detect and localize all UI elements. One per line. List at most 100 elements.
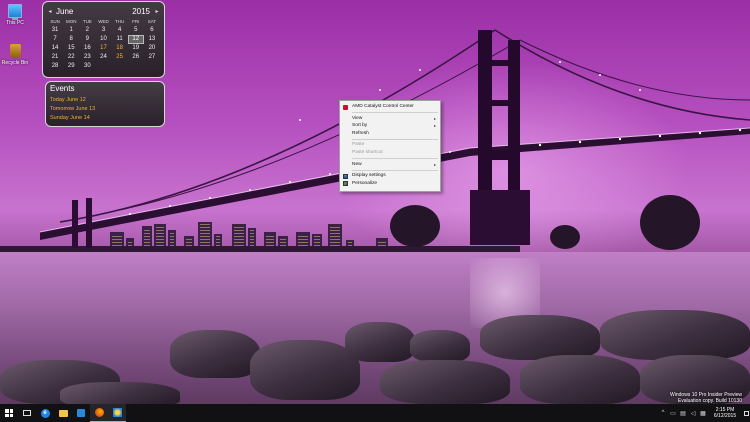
calendar-day[interactable] — [112, 62, 128, 71]
tree — [390, 205, 440, 247]
calendar-day[interactable]: 25 — [112, 53, 128, 62]
submenu-arrow-icon: ▸ — [433, 161, 436, 167]
calendar-day[interactable] — [128, 62, 144, 71]
start-button[interactable] — [0, 404, 18, 422]
calendar-header: ◂ June 2015 ▸ — [47, 4, 160, 18]
calendar-day[interactable]: 1 — [63, 26, 79, 35]
calendar-day[interactable]: 19 — [128, 44, 144, 53]
action-center-button[interactable] — [742, 404, 750, 422]
weekday-label: THU — [115, 19, 125, 24]
menu-item-paste-shortcut[interactable]: Paste shortcut — [340, 149, 440, 157]
events-title: Events — [50, 84, 75, 93]
chevron-up-icon[interactable]: ^ — [658, 404, 668, 422]
folder-icon — [58, 409, 68, 417]
calendar-day[interactable]: 14 — [47, 44, 63, 53]
amd-icon — [343, 104, 348, 110]
calendar-month: June — [56, 6, 74, 16]
menu-item-label: New — [352, 161, 362, 167]
calendar-day[interactable]: 7 — [47, 35, 63, 44]
task-view-icon — [23, 410, 31, 416]
taskbar-store-button[interactable] — [72, 404, 90, 422]
calendar-day[interactable]: 20 — [144, 44, 160, 53]
recycle-bin-icon — [9, 44, 21, 58]
desktop-icon-label: This PC — [6, 20, 24, 26]
task-view-button[interactable] — [18, 404, 36, 422]
menu-item-view[interactable]: View ▸ — [340, 115, 440, 123]
event-item[interactable]: Sunday June 14 — [50, 114, 160, 123]
event-item[interactable]: Today June 12 — [50, 96, 160, 105]
calendar-day[interactable]: 21 — [47, 53, 63, 62]
this-pc-icon — [8, 4, 22, 20]
taskbar-gadgets-button[interactable] — [108, 404, 126, 422]
calendar-day[interactable]: 15 — [63, 44, 79, 53]
calendar-day[interactable]: 22 — [63, 53, 79, 62]
calendar-day[interactable]: 5 — [128, 26, 144, 35]
calendar-day[interactable]: 6 — [144, 26, 160, 35]
network-icon[interactable]: ▤ — [678, 404, 688, 422]
calendar-day[interactable] — [95, 62, 111, 71]
windows-start-icon — [5, 409, 13, 417]
calendar-day[interactable]: 8 — [63, 35, 79, 44]
weekday-label: SUN — [50, 19, 60, 24]
calendar-day[interactable]: 26 — [128, 53, 144, 62]
desktop-icon-label: Recycle Bin — [1, 60, 29, 66]
menu-item-refresh[interactable]: Refresh — [340, 130, 440, 138]
windows-watermark: Windows 10 Pro Insider Preview Evaluatio… — [670, 392, 742, 404]
calendar-day[interactable]: 27 — [144, 53, 160, 62]
menu-separator — [352, 169, 438, 171]
gadgets-icon — [112, 408, 122, 417]
calendar-day[interactable]: 18 — [112, 44, 128, 53]
volume-icon[interactable]: ◁ — [688, 404, 698, 422]
tree — [550, 225, 580, 249]
weekday-label: TUE — [82, 19, 92, 24]
calendar-day[interactable]: 9 — [79, 35, 95, 44]
desktop-icon-recycle-bin[interactable]: Recycle Bin — [0, 44, 30, 66]
desktop-icon-this-pc[interactable]: This PC — [0, 4, 30, 26]
calendar-gadget[interactable]: ◂ June 2015 ▸ SUN MON TUE WED THU FRI SA… — [42, 1, 165, 78]
calendar-day[interactable]: 4 — [112, 26, 128, 35]
event-item[interactable]: Tomorrow June 13 — [50, 105, 160, 114]
personalize-icon — [343, 181, 348, 187]
calendar-day[interactable]: 10 — [95, 35, 111, 44]
taskbar-edge-button[interactable]: e — [36, 404, 54, 422]
calendar-day[interactable]: 13 — [144, 35, 160, 44]
menu-item-sort-by[interactable]: Sort by ▸ — [340, 122, 440, 130]
next-month-icon[interactable]: ▸ — [154, 8, 160, 15]
calendar-day[interactable]: 24 — [95, 53, 111, 62]
weekday-label: MON — [65, 19, 77, 24]
calendar-day[interactable]: 31 — [47, 26, 63, 35]
calendar-day[interactable]: 23 — [79, 53, 95, 62]
calendar-day[interactable]: 28 — [47, 62, 63, 71]
clock[interactable]: 2:15 PM 6/12/2015 — [708, 407, 742, 419]
menu-item-personalize[interactable]: Personalize — [340, 180, 440, 188]
menu-item-paste[interactable]: Paste — [340, 141, 440, 149]
calendar-day[interactable]: 29 — [63, 62, 79, 71]
menu-separator — [352, 158, 438, 160]
menu-item-label: AMD Catalyst Control Center — [352, 104, 414, 109]
menu-item-new[interactable]: New ▸ — [340, 161, 440, 169]
events-gadget[interactable]: Events Today June 12 Tomorrow June 13 Su… — [45, 81, 165, 127]
menu-item-display-settings[interactable]: Display settings — [340, 172, 440, 180]
calendar-day[interactable]: 30 — [79, 62, 95, 71]
internet-explorer-icon: e — [40, 408, 50, 418]
taskbar-file-explorer-button[interactable] — [54, 404, 72, 422]
menu-item-amd-catalyst-control-center[interactable]: AMD Catalyst Control Center — [340, 103, 440, 111]
weekday-label: SAT — [147, 19, 157, 24]
keyboard-icon[interactable]: ▦ — [698, 404, 708, 422]
calendar-day[interactable]: 11 — [112, 35, 128, 44]
menu-item-label: Display settings — [352, 173, 386, 179]
calendar-day[interactable]: 2 — [79, 26, 95, 35]
calendar-day[interactable] — [144, 62, 160, 71]
calendar-day[interactable]: 3 — [95, 26, 111, 35]
calendar-day[interactable]: 17 — [95, 44, 111, 53]
menu-separator — [352, 112, 438, 114]
display-settings-icon — [343, 173, 348, 179]
clock-date: 6/12/2015 — [713, 413, 737, 419]
taskbar-firefox-button[interactable] — [90, 404, 108, 422]
calendar-day[interactable]: 12 — [127, 35, 144, 44]
calendar-day[interactable]: 16 — [79, 44, 95, 53]
battery-icon[interactable]: ▭ — [668, 404, 678, 422]
submenu-arrow-icon: ▸ — [433, 123, 436, 129]
menu-item-label: Personalize — [352, 180, 378, 186]
previous-month-icon[interactable]: ◂ — [47, 8, 53, 15]
